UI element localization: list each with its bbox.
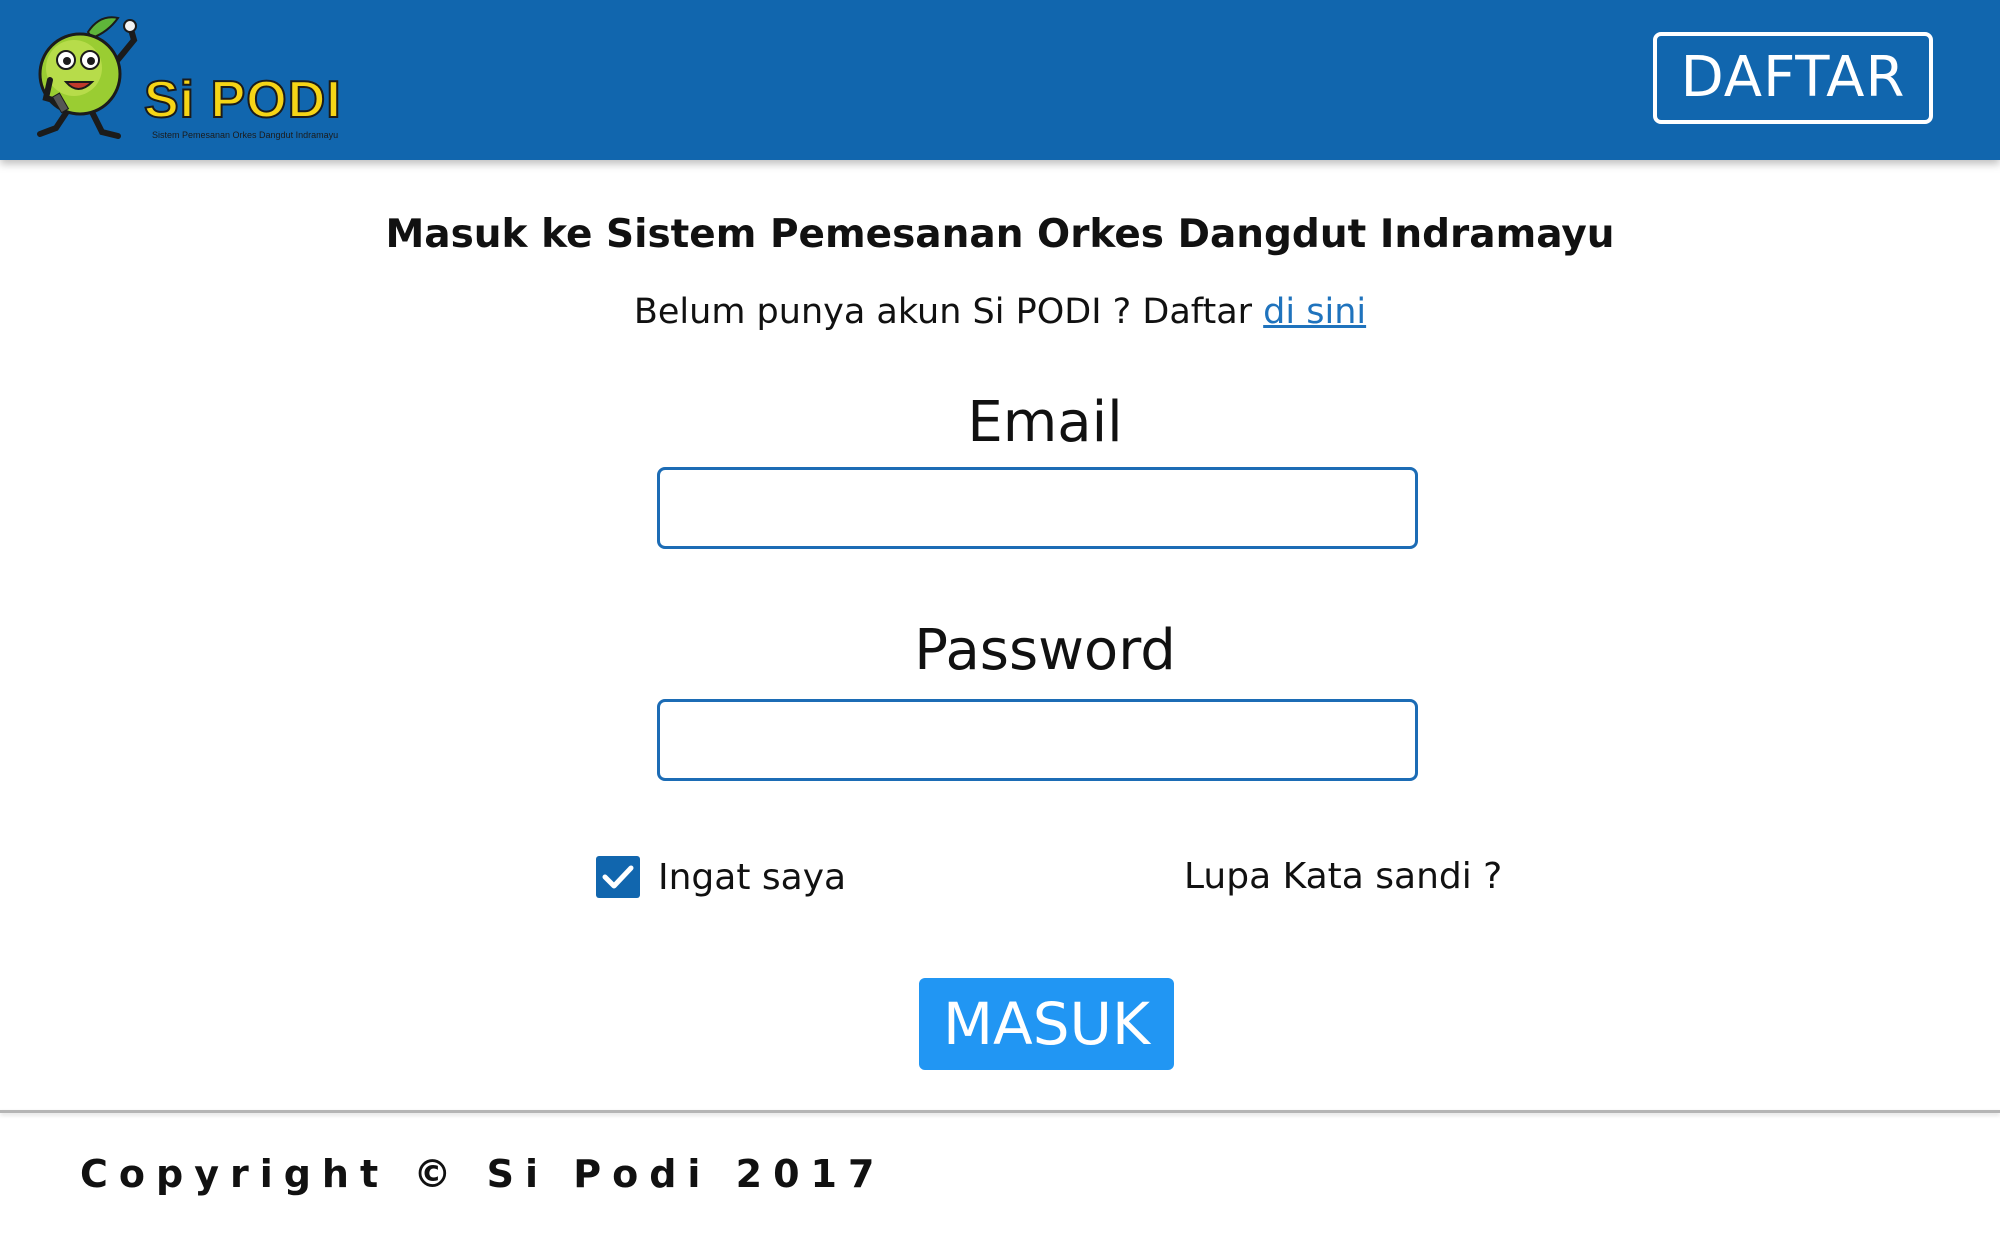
remember-checkbox[interactable] [596,856,640,898]
top-navbar: Si PODI Sistem Pemesanan Orkes Dangdut I… [0,0,2000,160]
checkmark-icon [602,865,634,889]
register-link[interactable]: di sini [1263,292,1366,332]
forgot-password-link[interactable]: Lupa Kata sandi ? [1184,856,1502,897]
si-podi-logo[interactable]: Si PODI Sistem Pemesanan Orkes Dangdut I… [30,10,342,145]
email-field[interactable] [657,467,1418,549]
email-label: Email [967,390,1123,455]
register-button[interactable]: DAFTAR [1653,32,1933,124]
footer-divider [0,1110,2000,1113]
footer-copyright: Copyright © Si Podi 2017 [80,1152,886,1196]
login-button[interactable]: MASUK [919,978,1174,1070]
register-prompt-text: Belum punya akun Si PODI ? Daftar [633,292,1264,332]
logo-title: Si PODI [143,70,342,130]
page-title: Masuk ke Sistem Pemesanan Orkes Dangdut … [385,212,1615,257]
password-label: Password [914,618,1176,683]
register-prompt: Belum punya akun Si PODI ? Daftar di sin… [0,292,2000,332]
mascot-icon [37,16,138,139]
remember-me[interactable]: Ingat saya [596,856,846,898]
remember-label: Ingat saya [658,856,847,898]
logo-subtitle: Sistem Pemesanan Orkes Dangdut Indramayu [152,130,339,140]
password-field[interactable] [657,699,1418,781]
